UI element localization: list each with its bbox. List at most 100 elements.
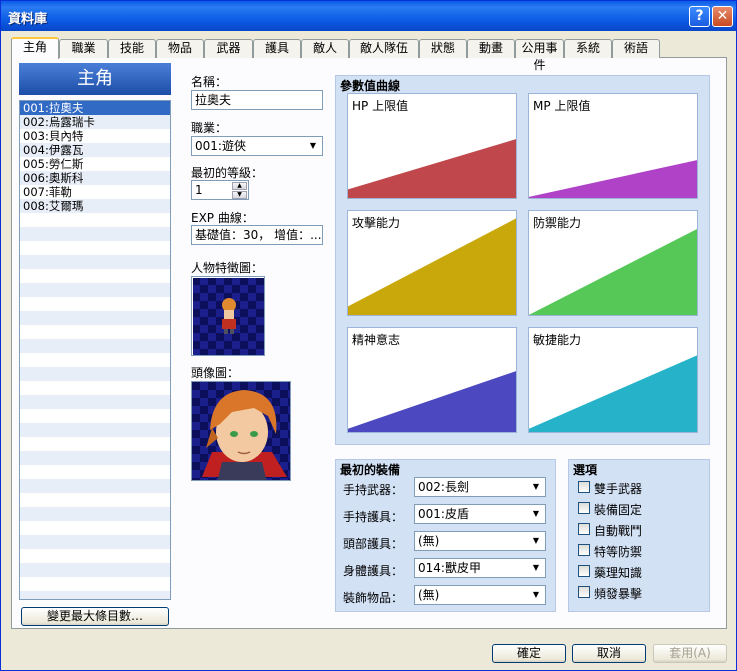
option-label: 特等防禦 (594, 545, 643, 559)
face-graphic[interactable] (191, 381, 291, 481)
window-title: 資料庫 (8, 12, 48, 27)
curve-box[interactable]: 敏捷能力 (528, 327, 698, 433)
curve-area (529, 355, 697, 432)
tab-weapons[interactable]: 武器 (204, 39, 253, 58)
curve-name: 防禦能力 (533, 216, 582, 230)
equip-weapon-value: 002:長劍 (418, 480, 469, 494)
equip-weapon-select[interactable]: 002:長劍 ▼ (414, 477, 546, 497)
tab-actors[interactable]: 主角 (11, 37, 59, 59)
chevron-down-icon: ▼ (532, 536, 540, 545)
curve-area (348, 218, 516, 315)
name-input[interactable]: 拉奧夫 (191, 90, 323, 110)
checkbox[interactable] (578, 523, 590, 535)
curve-area (348, 139, 516, 198)
tab-system[interactable]: 系統 (564, 39, 612, 58)
character-sprite-image (193, 278, 264, 355)
tab-armors[interactable]: 護具 (253, 39, 301, 58)
curve-box[interactable]: 防禦能力 (528, 210, 698, 316)
equip-accessory-label: 裝飾物品： (343, 591, 404, 605)
face-graphic-label: 頭像圖： (191, 366, 240, 380)
face-portrait-image (192, 382, 290, 480)
curve-name: HP 上限值 (352, 99, 409, 113)
tab-terms[interactable]: 術語 (612, 39, 660, 58)
curve-box[interactable]: MP 上限值 (528, 93, 698, 199)
tab-troops[interactable]: 敵人隊伍 (349, 39, 419, 58)
equip-body-value: 014:獸皮甲 (418, 561, 481, 575)
title-bar[interactable]: 資料庫 ? ✕ (1, 1, 736, 31)
tab-skills[interactable]: 技能 (108, 39, 156, 58)
tab-enemies[interactable]: 敵人 (301, 39, 349, 58)
curve-box[interactable]: 攻擊能力 (347, 210, 517, 316)
chevron-down-icon: ▼ (532, 590, 540, 599)
curve-area (348, 371, 516, 432)
list-item[interactable]: 007:菲勒 (20, 185, 170, 199)
equip-shield-select[interactable]: 001:皮盾 ▼ (414, 504, 546, 524)
list-item[interactable]: 002:烏露瑞卡 (20, 115, 170, 129)
cancel-button[interactable]: 取消 (572, 644, 646, 663)
change-max-button[interactable]: 變更最大條目數… (21, 607, 169, 626)
exp-curve-button[interactable]: 基礎值：30， 增值：... (191, 225, 323, 245)
ok-button[interactable]: 確定 (492, 644, 566, 663)
parameter-curves-title: 參數值曲線 (340, 79, 401, 93)
help-button[interactable]: ? (689, 6, 710, 27)
actor-list[interactable]: 001:拉奧夫 002:烏露瑞卡 003:貝內特 004:伊露瓦 005:勞仁斯… (19, 100, 171, 600)
list-item[interactable]: 003:貝內特 (20, 129, 170, 143)
chevron-down-icon: ▼ (532, 482, 540, 491)
equip-accessory-value: (無) (418, 588, 440, 602)
checkbox[interactable] (578, 565, 590, 577)
equip-accessory-select[interactable]: (無) ▼ (414, 585, 546, 605)
list-item[interactable]: 004:伊露瓦 (20, 143, 170, 157)
chevron-down-icon: ▼ (309, 141, 317, 150)
stepper-down-icon[interactable]: ▼ (232, 191, 247, 199)
chevron-down-icon: ▼ (532, 563, 540, 572)
option-label: 自動戰鬥 (594, 524, 643, 538)
equip-body-select[interactable]: 014:獸皮甲 ▼ (414, 558, 546, 578)
tab-common-events[interactable]: 公用事件 (515, 39, 564, 72)
equip-helmet-value: (無) (418, 534, 440, 548)
actor-list-header: 主角 (19, 63, 171, 95)
equip-shield-value: 001:皮盾 (418, 507, 469, 521)
equip-helmet-label: 頭部護具： (343, 537, 404, 551)
checkbox[interactable] (578, 544, 590, 556)
chevron-down-icon: ▼ (532, 509, 540, 518)
initial-equipment-title: 最初的裝備 (340, 463, 401, 477)
tab-classes[interactable]: 職業 (59, 39, 108, 58)
equip-body-label: 身體護具： (343, 564, 404, 578)
stepper-up-icon[interactable]: ▲ (232, 182, 247, 190)
checkbox[interactable] (578, 586, 590, 598)
exp-curve-label: EXP 曲線： (191, 211, 254, 225)
curve-box[interactable]: 精神意志 (347, 327, 517, 433)
database-window: 資料庫 ? ✕ 主角 職業 技能 物品 武器 護具 敵人 敵人隊伍 狀態 動畫 … (0, 0, 737, 671)
help-icon: ? (695, 8, 704, 24)
option-label: 裝備固定 (594, 503, 643, 517)
list-item[interactable]: 006:奧斯科 (20, 171, 170, 185)
close-button[interactable]: ✕ (712, 6, 733, 27)
initial-level-stepper[interactable]: 1 ▲ ▼ (191, 180, 249, 200)
initial-level-label: 最初的等級： (191, 166, 264, 180)
curve-area (529, 160, 697, 198)
character-graphic[interactable] (191, 276, 265, 356)
list-item[interactable]: 005:勞仁斯 (20, 157, 170, 171)
class-select[interactable]: 001:遊俠 ▼ (191, 136, 323, 156)
option-label: 藥理知識 (594, 566, 643, 580)
actor-list-panel: 主角 001:拉奧夫 002:烏露瑞卡 003:貝內特 004:伊露瓦 005:… (19, 63, 171, 627)
checkbox[interactable] (578, 502, 590, 514)
tab-states[interactable]: 狀態 (419, 39, 467, 58)
equip-weapon-label: 手持武器： (343, 483, 404, 497)
character-graphic-label: 人物特徵圖： (191, 261, 264, 275)
list-item[interactable]: 008:艾爾瑪 (20, 199, 170, 213)
option-label: 頻發暴擊 (594, 587, 643, 601)
close-icon: ✕ (716, 8, 729, 24)
curve-area (529, 228, 697, 315)
list-item[interactable]: 001:拉奧夫 (20, 101, 170, 115)
curve-box[interactable]: HP 上限值 (347, 93, 517, 199)
curve-name: 敏捷能力 (533, 333, 582, 347)
checkbox[interactable] (578, 481, 590, 493)
equip-shield-label: 手持護具： (343, 510, 404, 524)
equip-helmet-select[interactable]: (無) ▼ (414, 531, 546, 551)
initial-level-value: 1 (195, 183, 203, 197)
tab-animations[interactable]: 動畫 (467, 39, 515, 58)
curve-name: 精神意志 (352, 333, 401, 347)
tab-items[interactable]: 物品 (156, 39, 204, 58)
apply-button[interactable]: 套用(A) (653, 644, 727, 663)
